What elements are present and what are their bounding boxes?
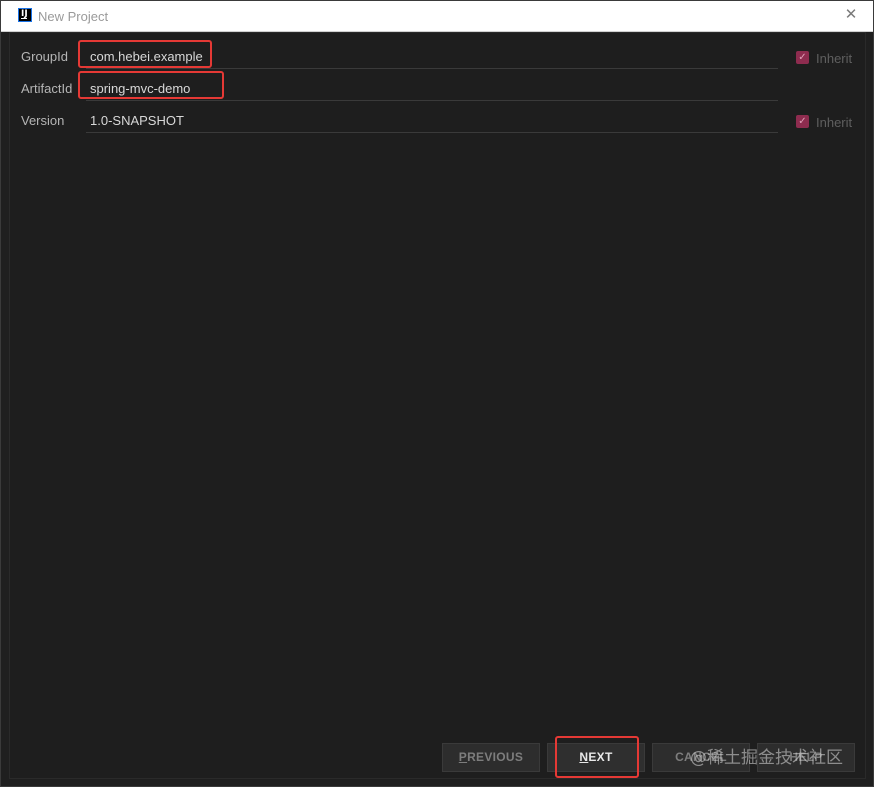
- version-value: 1.0-SNAPSHOT: [90, 113, 184, 128]
- title-bar: IJ New Project ✕: [1, 1, 873, 32]
- version-field[interactable]: 1.0-SNAPSHOT: [86, 105, 778, 133]
- version-row: Version 1.0-SNAPSHOT ✓ Inherit: [10, 101, 865, 133]
- dialog-title: New Project: [38, 9, 109, 24]
- intellij-app-icon: IJ: [18, 8, 32, 22]
- inherit-checkbox[interactable]: ✓: [796, 51, 809, 64]
- previous-label: REVIOUS: [467, 750, 524, 764]
- artifact-id-highlight: [78, 71, 224, 99]
- next-highlight: [555, 736, 639, 778]
- new-project-dialog: IJ New Project ✕ GroupId com.hebei.examp…: [0, 0, 874, 787]
- inherit-label: Inherit: [816, 115, 853, 130]
- previous-mnemonic: P: [458, 750, 468, 764]
- artifact-id-label: ArtifactId: [21, 81, 73, 96]
- previous-button[interactable]: PREVIOUS: [442, 743, 540, 772]
- inherit-label: Inherit: [816, 51, 853, 66]
- dialog-content: GroupId com.hebei.example ✓ Inherit Arti…: [9, 32, 866, 779]
- group-id-highlight: [78, 40, 212, 68]
- watermark: @稀土掘金技术社区: [690, 748, 843, 768]
- inherit-checkbox[interactable]: ✓: [796, 115, 809, 128]
- group-id-label: GroupId: [21, 49, 68, 64]
- close-icon[interactable]: ✕: [843, 7, 859, 23]
- version-label: Version: [21, 113, 65, 128]
